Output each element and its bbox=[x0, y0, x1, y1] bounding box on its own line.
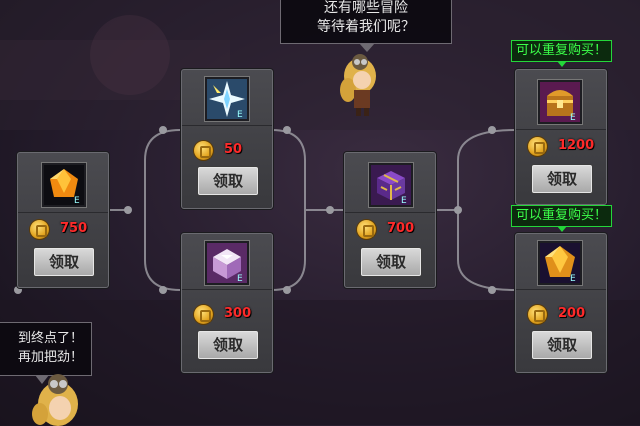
coin-icon bbox=[357, 220, 376, 239]
dialog-top-line1: 还有哪些冒险 bbox=[324, 0, 408, 16]
svg-text:E: E bbox=[237, 110, 243, 119]
item-price: 300 bbox=[224, 306, 252, 321]
claim-button[interactable]: 领取 bbox=[34, 248, 94, 276]
item-price: 1200 bbox=[558, 138, 595, 153]
item-price: 700 bbox=[387, 221, 415, 236]
reward-card-treasure-chest: E 1200 领取 bbox=[515, 69, 607, 205]
coin-icon bbox=[528, 305, 547, 324]
reward-card-crystal-burst: E 50 领取 bbox=[181, 69, 273, 209]
pink-box-icon: E bbox=[205, 241, 249, 285]
dialog-top: 还有哪些冒险 等待着我们呢？ bbox=[280, 0, 452, 52]
claim-button[interactable]: 领取 bbox=[198, 331, 258, 359]
item-price: 750 bbox=[60, 221, 88, 236]
treasure-chest-icon: E bbox=[538, 80, 582, 124]
svg-text:E: E bbox=[74, 196, 80, 205]
dialog-left-line2: 再加把劲！ bbox=[17, 350, 83, 365]
golden-gem-icon: E bbox=[538, 241, 582, 285]
crystal-burst-icon: E bbox=[205, 77, 249, 121]
character-guide-icon bbox=[340, 54, 376, 116]
coin-icon bbox=[194, 305, 213, 324]
coin-icon bbox=[528, 137, 547, 156]
reward-card-purple-box: E 700 领取 bbox=[344, 152, 436, 288]
repeatable-badge-text: 可以重复购买！ bbox=[516, 43, 608, 58]
orange-gem-icon: E bbox=[42, 163, 86, 207]
coin-icon bbox=[30, 220, 49, 239]
repeatable-badge: 可以重复购买！ bbox=[511, 205, 613, 232]
repeatable-badge-text: 可以重复购买！ bbox=[516, 208, 608, 223]
svg-text:E: E bbox=[237, 274, 243, 283]
reward-card-golden-gem: E 200 领取 bbox=[515, 233, 607, 373]
claim-button[interactable]: 领取 bbox=[532, 331, 592, 359]
coin-icon bbox=[194, 141, 213, 160]
character-guide-bottom-icon bbox=[32, 374, 78, 426]
reward-card-orange-gem: E 750 领取 bbox=[17, 152, 109, 288]
claim-button[interactable]: 领取 bbox=[361, 248, 421, 276]
item-price: 200 bbox=[558, 306, 586, 321]
purple-box-icon: E bbox=[369, 163, 413, 207]
dialog-top-line2: 等待着我们呢？ bbox=[317, 19, 415, 35]
claim-button[interactable]: 领取 bbox=[198, 167, 258, 195]
svg-text:E: E bbox=[570, 274, 576, 283]
svg-text:E: E bbox=[570, 113, 576, 122]
dialog-left: 到终点了！ 再加把劲！ bbox=[0, 322, 92, 384]
claim-button[interactable]: 领取 bbox=[532, 165, 592, 193]
dialog-left-line1: 到终点了！ bbox=[17, 331, 83, 346]
repeatable-badge: 可以重复购买！ bbox=[511, 40, 613, 67]
svg-text:E: E bbox=[401, 196, 407, 205]
item-price: 50 bbox=[224, 142, 243, 157]
reward-card-pink-box: E 300 领取 bbox=[181, 233, 273, 373]
